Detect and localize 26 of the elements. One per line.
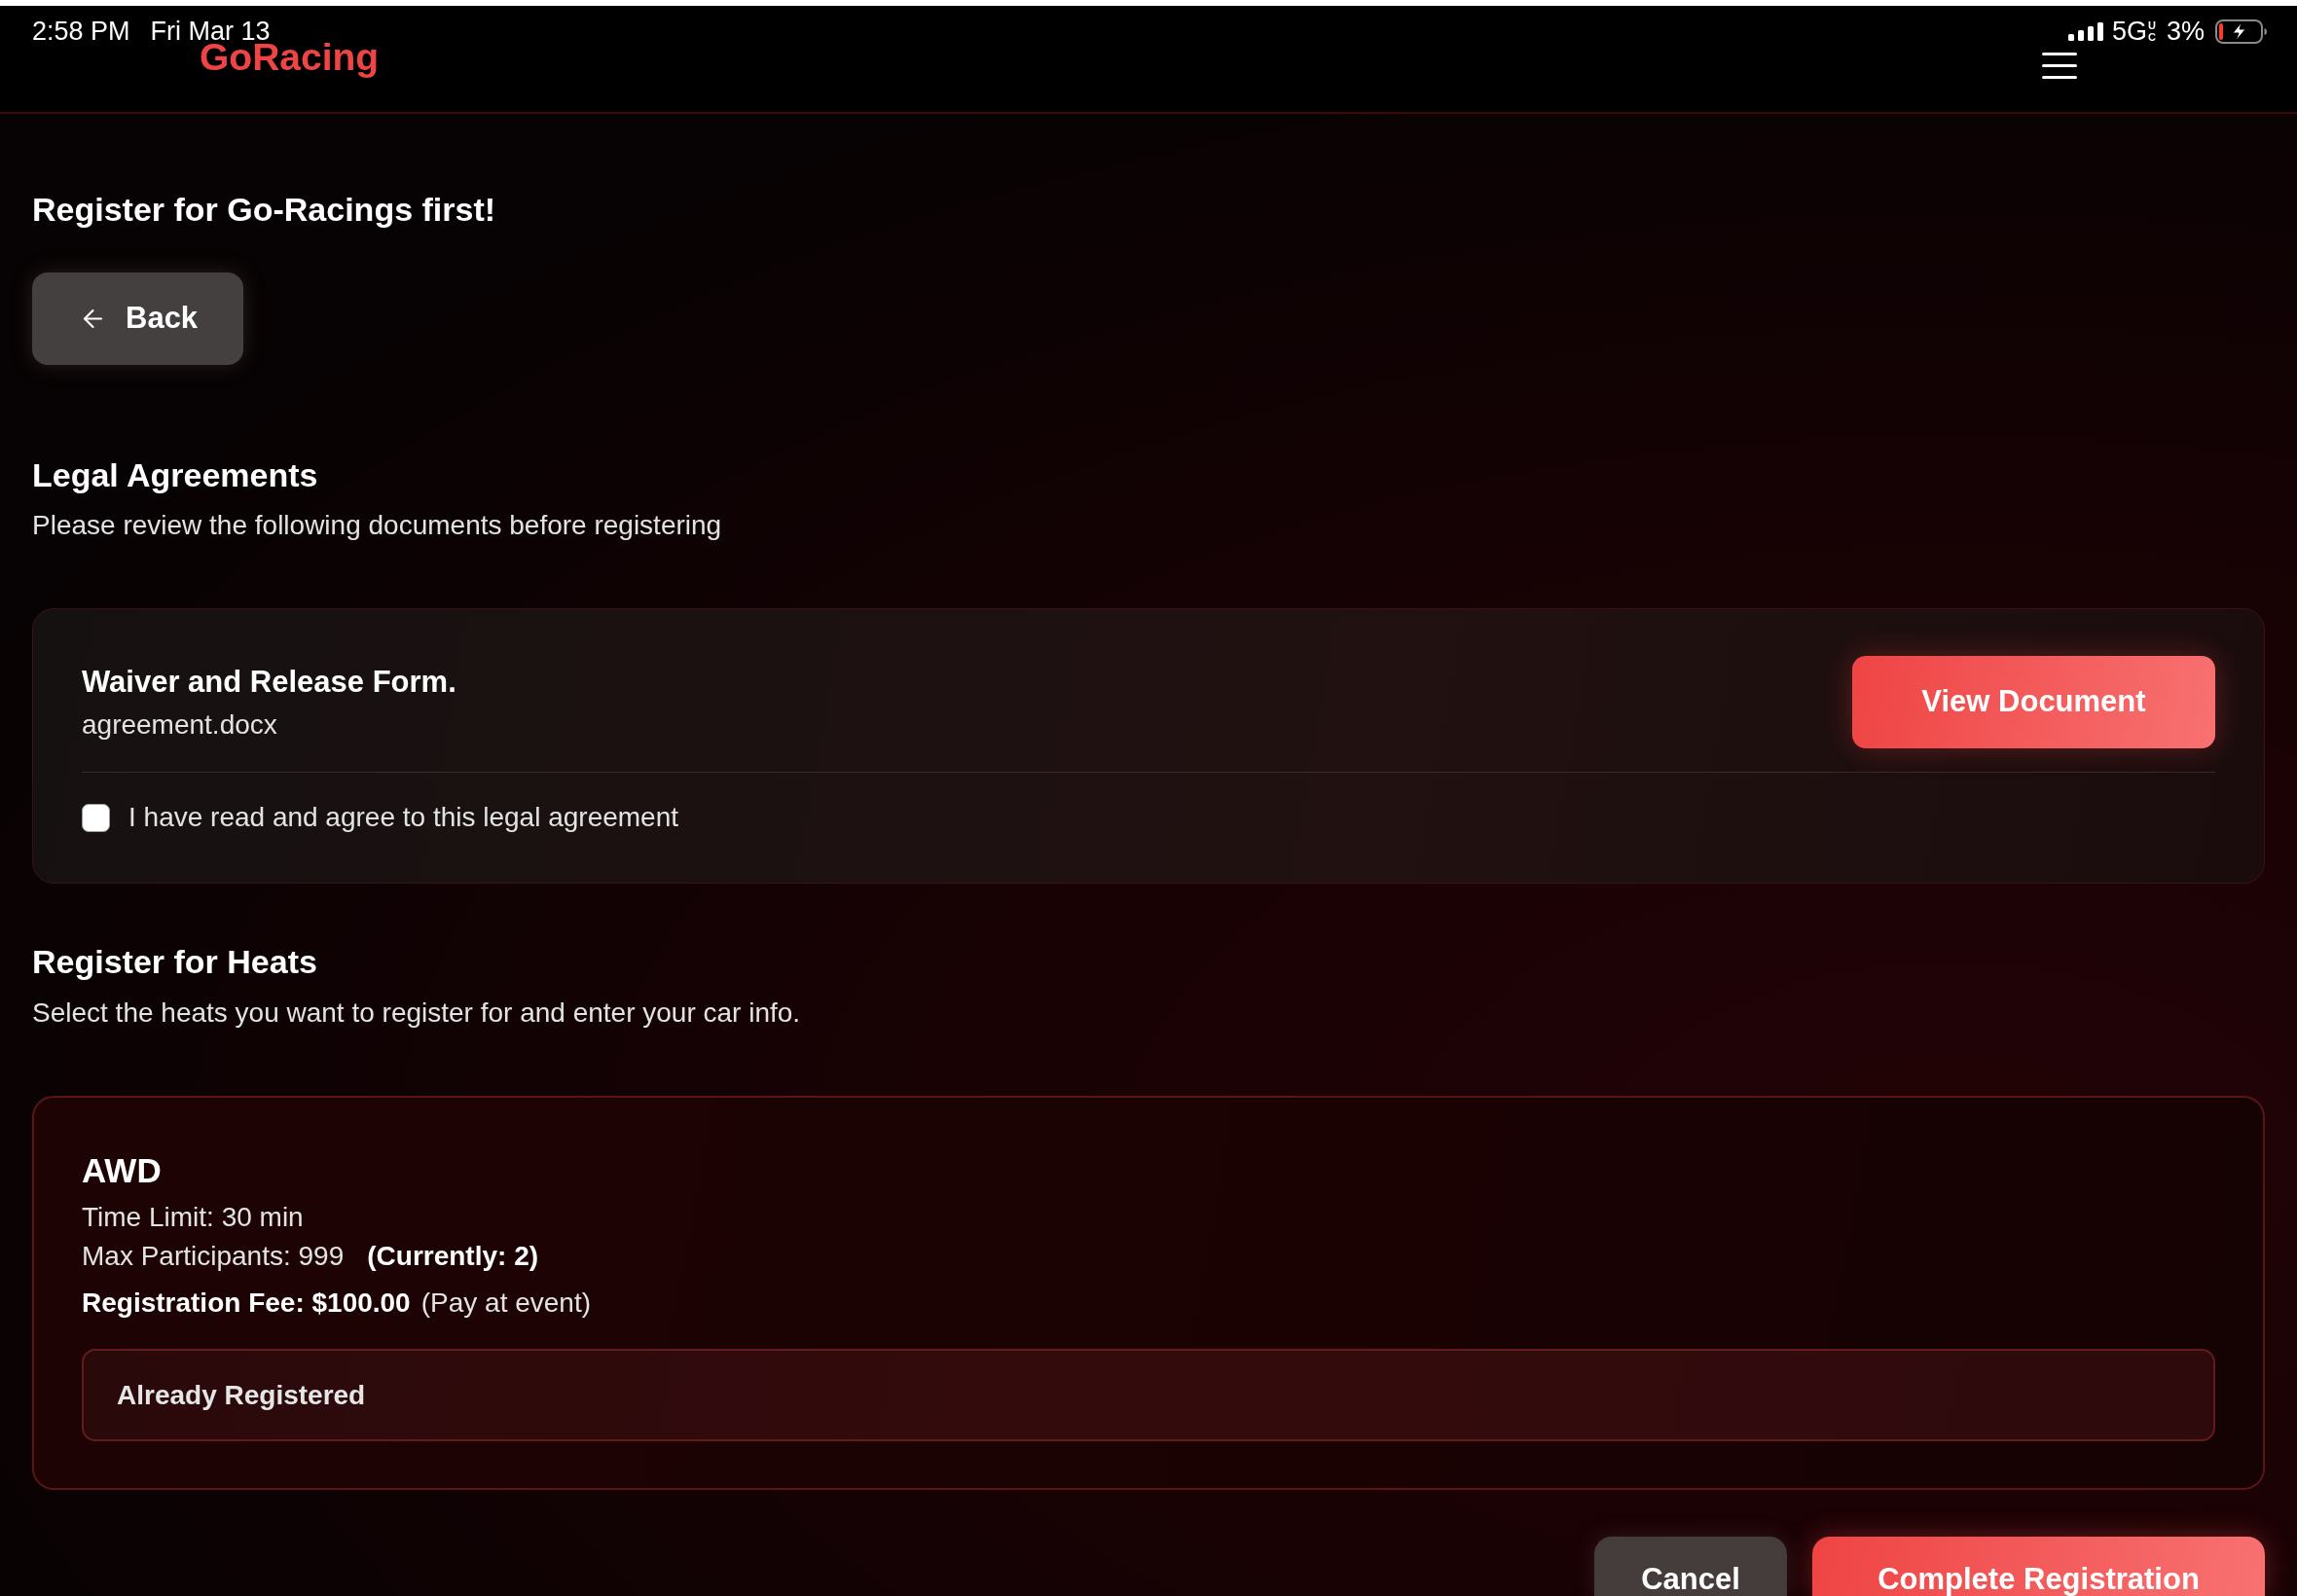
heat-current-count: (Currently: 2)	[367, 1241, 539, 1272]
heat-name: AWD	[82, 1150, 163, 1191]
status-time: 2:58 PM	[32, 16, 130, 47]
section-subtitle: Select the heats you want to register for and enter your car info.	[32, 998, 802, 1029]
menu-icon[interactable]	[2042, 53, 2077, 79]
heat-time-limit: Time Limit: 30 min	[82, 1202, 305, 1233]
document-filename: agreement.docx	[82, 708, 278, 741]
document-title: Waiver and Release Form.	[82, 664, 456, 700]
page-title: Register for Go-Racings first!	[32, 190, 497, 230]
network-suffix: UC	[2147, 18, 2157, 44]
section-subtitle: Please review the following documents before registering	[32, 510, 723, 541]
battery-charging-icon	[2215, 18, 2268, 44]
registration-status-panel: Already Registered	[82, 1349, 2215, 1441]
cancel-button[interactable]: Cancel	[1594, 1537, 1787, 1596]
agree-label[interactable]: I have read and agree to this legal agreement	[128, 802, 679, 833]
heat-card[interactable]: AWD Time Limit: 30 min Max Participants: 999 (Currently: 2) Registration Fee: $100.00 (Pay at event) Already Registered	[32, 1096, 2265, 1490]
heat-max-participants: Max Participants: 999	[82, 1241, 345, 1272]
agree-checkbox[interactable]	[82, 803, 110, 832]
battery-percent: 3%	[2166, 16, 2205, 47]
section-title: Register for Heats	[32, 942, 318, 982]
signal-icon	[2067, 21, 2103, 41]
network-label: 5G	[2111, 16, 2147, 47]
heat-fee-note: (Pay at event)	[420, 1288, 591, 1319]
heat-fee: Registration Fee: $100.00	[82, 1288, 411, 1319]
back-button[interactable]: Back	[32, 272, 243, 365]
section-title: Legal Agreements	[32, 455, 319, 495]
